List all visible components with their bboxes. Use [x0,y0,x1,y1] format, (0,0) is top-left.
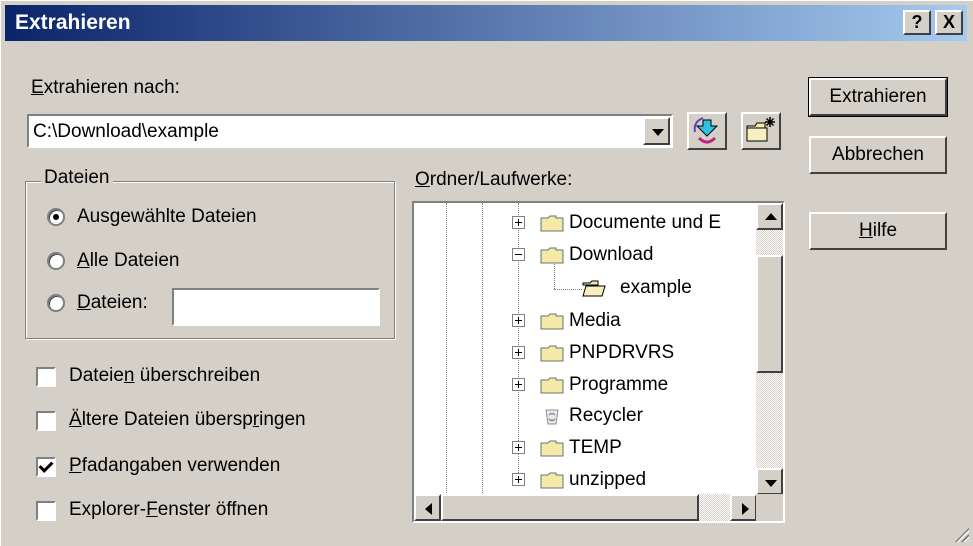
checkbox-overwrite-label[interactable]: Dateien überschreiben [69,365,260,387]
checkbox-use-paths-label[interactable]: Pfadangaben verwenden [69,455,280,477]
radio-files-pattern-label[interactable]: Dateien: [77,292,148,314]
chevron-up-icon [765,213,777,220]
vertical-scrollbar[interactable] [756,203,783,495]
checkbox-overwrite[interactable] [36,367,56,387]
expand-plus-icon[interactable] [512,378,525,391]
horizontal-scrollbar[interactable] [414,494,757,521]
scroll-corner [756,494,783,521]
folder-icon [540,215,564,232]
title-bar[interactable]: Extrahieren ? X [5,5,967,41]
tree-item-unzipped[interactable]: unzipped [512,465,757,495]
close-button[interactable]: X [935,10,963,35]
new-folder-button[interactable] [741,112,781,150]
tree-item-recycler[interactable]: Recycler [512,401,757,431]
scroll-right-button[interactable] [730,494,757,521]
tree-item-programme[interactable]: Programme [512,370,757,400]
go-up-button[interactable] [687,112,727,150]
radio-files-pattern[interactable] [47,294,65,312]
folders-label: Ordner/Laufwerke: [415,169,573,190]
scroll-down-button[interactable] [756,468,783,495]
extract-path-value: C:\Download\example [33,121,219,142]
scroll-left-button[interactable] [414,494,441,521]
files-group-title: Dateien [41,167,113,189]
scroll-up-button[interactable] [756,203,783,230]
expand-plus-icon[interactable] [512,441,525,454]
tree-guide-line [554,289,582,290]
expand-plus-icon[interactable] [512,216,525,229]
radio-selected-files[interactable] [47,208,65,226]
checkbox-open-explorer[interactable] [36,501,56,521]
help-titlebar-button[interactable]: ? [903,10,931,35]
folder-icon [540,247,564,264]
extract-dialog: Extrahieren ? X Extrahieren nach: C:\Dow… [0,0,973,546]
tree-item-media[interactable]: Media [512,306,757,336]
help-button[interactable]: Hilfe [809,212,947,250]
tree-item-temp[interactable]: TEMP [512,433,757,463]
folder-icon [540,440,564,457]
refresh-arrow-icon [693,117,719,144]
tree-guide-line [446,203,447,495]
folder-icon [540,472,564,489]
extract-path-combobox[interactable]: C:\Download\example [27,114,673,148]
expand-plus-icon[interactable] [512,314,525,327]
chevron-down-icon [652,129,664,136]
chevron-down-icon [765,480,777,487]
tree-item-documente[interactable]: Documente und E [512,208,757,238]
chevron-left-icon [425,503,432,515]
expand-plus-icon[interactable] [512,473,525,486]
checkbox-skip-older-label[interactable]: Ältere Dateien überspringen [69,409,306,431]
collapse-minus-icon[interactable] [512,248,525,261]
radio-all-files-label[interactable]: Alle Dateien [77,250,179,272]
window-title: Extrahieren [15,11,131,34]
extract-to-label: Extrahieren nach: [31,77,180,98]
recycle-bin-icon [545,409,559,425]
folder-icon [540,377,564,394]
checkbox-use-paths[interactable] [36,457,56,477]
extract-button[interactable]: Extrahieren [808,77,948,117]
radio-selected-files-label[interactable]: Ausgewählte Dateien [77,206,257,228]
radio-all-files[interactable] [47,252,65,270]
tree-guide-line [482,203,483,495]
combo-dropdown-button[interactable] [643,117,670,145]
folder-icon [540,345,564,362]
tree-item-pnpdrvrs[interactable]: PNPDRVRS [512,338,757,368]
resize-grip-icon[interactable] [953,526,969,542]
folder-icon [540,313,564,330]
files-pattern-input[interactable] [172,288,380,326]
folder-tree-viewport: Documente und E Download example Media P… [414,203,757,495]
vertical-scroll-thumb[interactable] [756,255,783,373]
cancel-button[interactable]: Abbrechen [809,136,947,174]
expand-plus-icon[interactable] [512,346,525,359]
checkbox-open-explorer-label[interactable]: Explorer-Fenster öffnen [69,499,268,521]
folder-tree[interactable]: Documente und E Download example Media P… [412,201,785,523]
tree-item-download[interactable]: Download [512,240,757,270]
checkbox-skip-older[interactable] [36,411,56,431]
new-folder-icon [746,117,775,142]
tree-item-example[interactable]: example [582,273,757,303]
chevron-right-icon [742,503,749,515]
open-folder-icon [582,280,606,297]
horizontal-scroll-thumb[interactable] [441,494,699,521]
